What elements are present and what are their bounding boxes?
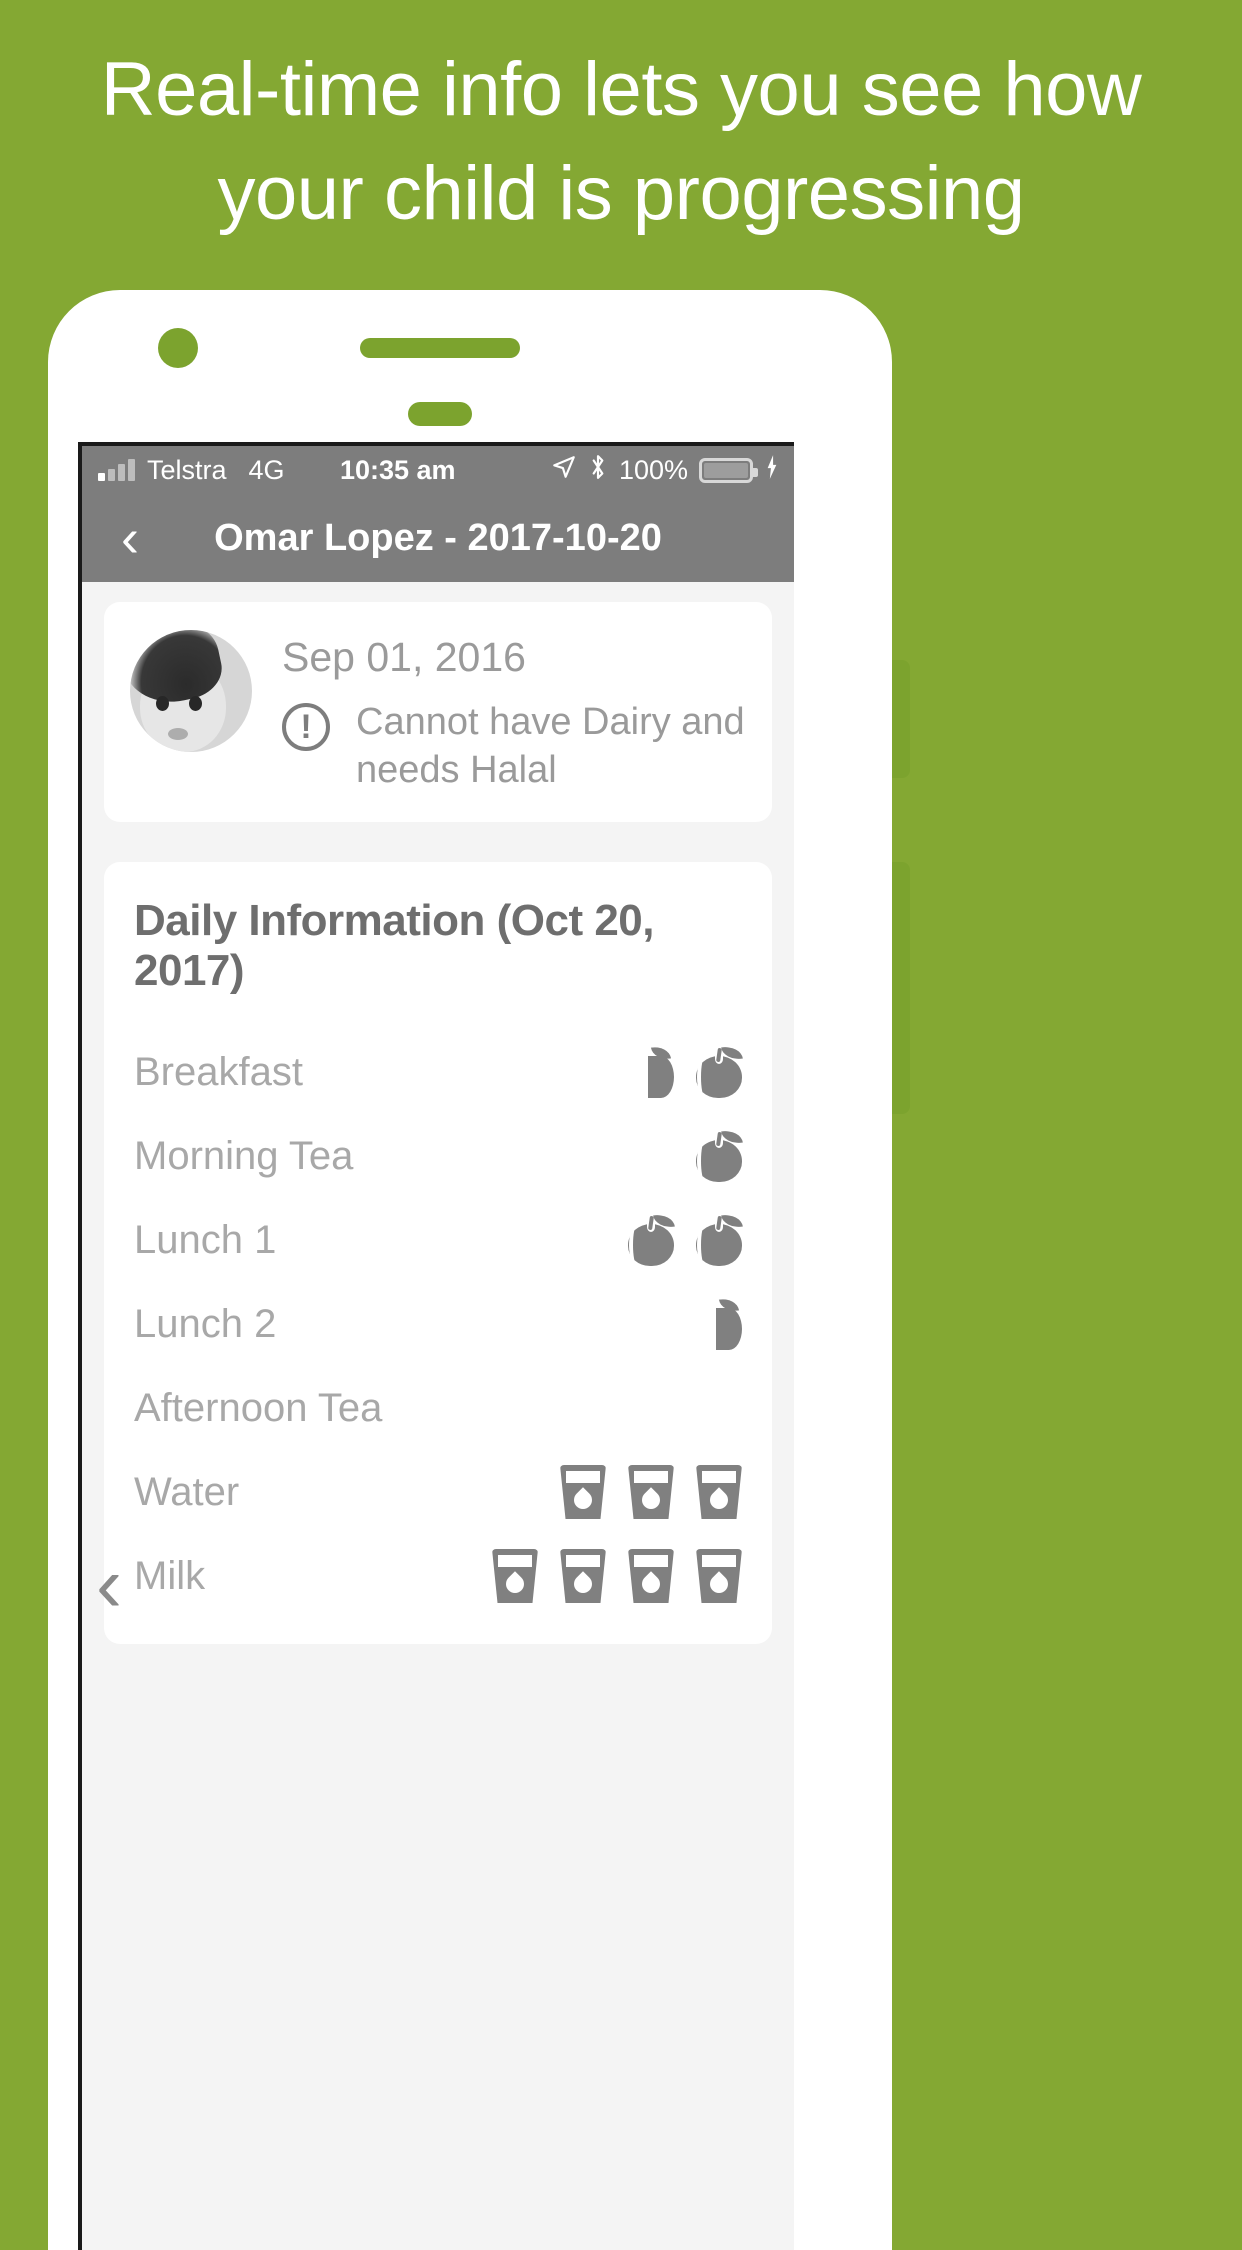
phone-volume-button: [892, 660, 910, 778]
apple-icon: [628, 1212, 675, 1266]
meal-icon-group: [696, 1296, 742, 1350]
bluetooth-icon: [588, 454, 608, 487]
child-dob: Sep 01, 2016: [282, 634, 526, 680]
location-arrow-icon: [551, 454, 577, 487]
meal-row[interactable]: Lunch 1: [134, 1198, 743, 1282]
meal-label: Breakfast: [134, 1049, 303, 1094]
glass-icon: [628, 1465, 674, 1519]
status-bar-clock: 10:35 am: [339, 454, 456, 485]
apple-icon: [696, 1044, 743, 1098]
phone-speaker-icon: [360, 338, 520, 358]
child-profile-card[interactable]: Sep 01, 2016 ! Cannot have Dairy and nee…: [104, 602, 772, 822]
promo-headline: Real-time info lets you see how your chi…: [0, 52, 1242, 232]
meal-label: Afternoon Tea: [134, 1385, 383, 1430]
meal-row[interactable]: Milk: [134, 1534, 742, 1618]
meal-label: Morning Tea: [134, 1133, 354, 1178]
phone-power-button: [892, 862, 910, 1114]
phone-camera-icon: [158, 328, 198, 368]
meal-row[interactable]: Lunch 2: [134, 1282, 742, 1366]
avatar: [130, 630, 252, 752]
phone-sensor-icon: [408, 402, 472, 426]
meal-icon-group: [560, 1465, 742, 1519]
meal-row[interactable]: Breakfast: [134, 1030, 743, 1114]
daily-information-card: Daily Information (Oct 20, 2017) Breakfa…: [104, 862, 772, 1644]
daily-information-title: Daily Information (Oct 20, 2017): [134, 896, 654, 995]
glass-icon: [628, 1549, 674, 1603]
screen-content: Sep 01, 2016 ! Cannot have Dairy and nee…: [82, 582, 794, 2250]
glass-icon: [492, 1549, 538, 1603]
meal-icon-group: [492, 1549, 742, 1603]
allergy-note: Cannot have Dairy and needs Halal: [356, 701, 745, 791]
glass-icon: [696, 1465, 742, 1519]
meal-label: Lunch 2: [134, 1301, 277, 1346]
meal-label: Milk: [134, 1553, 206, 1598]
meal-list: Breakfast Morning Tea Lunch 1 Lunch 2 Aftern…: [134, 1030, 743, 1618]
charging-bolt-icon: [764, 454, 780, 487]
half-apple-icon: [628, 1044, 674, 1098]
previous-page-chevron-icon[interactable]: ‹: [96, 1545, 122, 1623]
signal-bars-icon: [98, 459, 135, 481]
battery-percent-label: 100%: [618, 454, 688, 485]
status-bar: Telstra 4G 10:35 am 100%: [82, 446, 794, 494]
status-bar-right: 100%: [551, 454, 780, 487]
phone-frame: Telstra 4G 10:35 am 100% ‹ Omar Lopez - …: [48, 290, 892, 2250]
meal-row[interactable]: Morning Tea: [134, 1114, 743, 1198]
meal-label: Lunch 1: [134, 1217, 277, 1262]
half-apple-icon: [696, 1296, 742, 1350]
battery-icon: [699, 457, 758, 483]
meal-icon-group: [696, 1128, 743, 1182]
page-title: Omar Lopez - 2017-10-20: [214, 516, 662, 559]
child-profile-text: Sep 01, 2016 ! Cannot have Dairy and nee…: [282, 630, 746, 794]
glass-icon: [560, 1549, 606, 1603]
apple-icon: [696, 1128, 743, 1182]
promo-headline-line1: Real-time info lets you see how: [100, 47, 1142, 132]
carrier-label: Telstra: [147, 454, 227, 485]
meal-icon-group: [628, 1212, 743, 1266]
back-button[interactable]: ‹: [102, 511, 158, 565]
apple-icon: [696, 1212, 743, 1266]
allergy-row: ! Cannot have Dairy and needs Halal: [282, 699, 746, 794]
meal-icon-group: [628, 1044, 743, 1098]
glass-icon: [560, 1465, 606, 1519]
glass-icon: [696, 1549, 742, 1603]
nav-bar: ‹ Omar Lopez - 2017-10-20: [82, 494, 794, 582]
meal-label: Water: [134, 1469, 240, 1514]
meal-row[interactable]: Afternoon Tea: [134, 1366, 742, 1450]
warning-exclamation-icon: !: [282, 703, 330, 751]
promo-headline-line2: your child is progressing: [217, 151, 1026, 236]
phone-screen: Telstra 4G 10:35 am 100% ‹ Omar Lopez - …: [78, 442, 794, 2250]
meal-row[interactable]: Water: [134, 1450, 742, 1534]
